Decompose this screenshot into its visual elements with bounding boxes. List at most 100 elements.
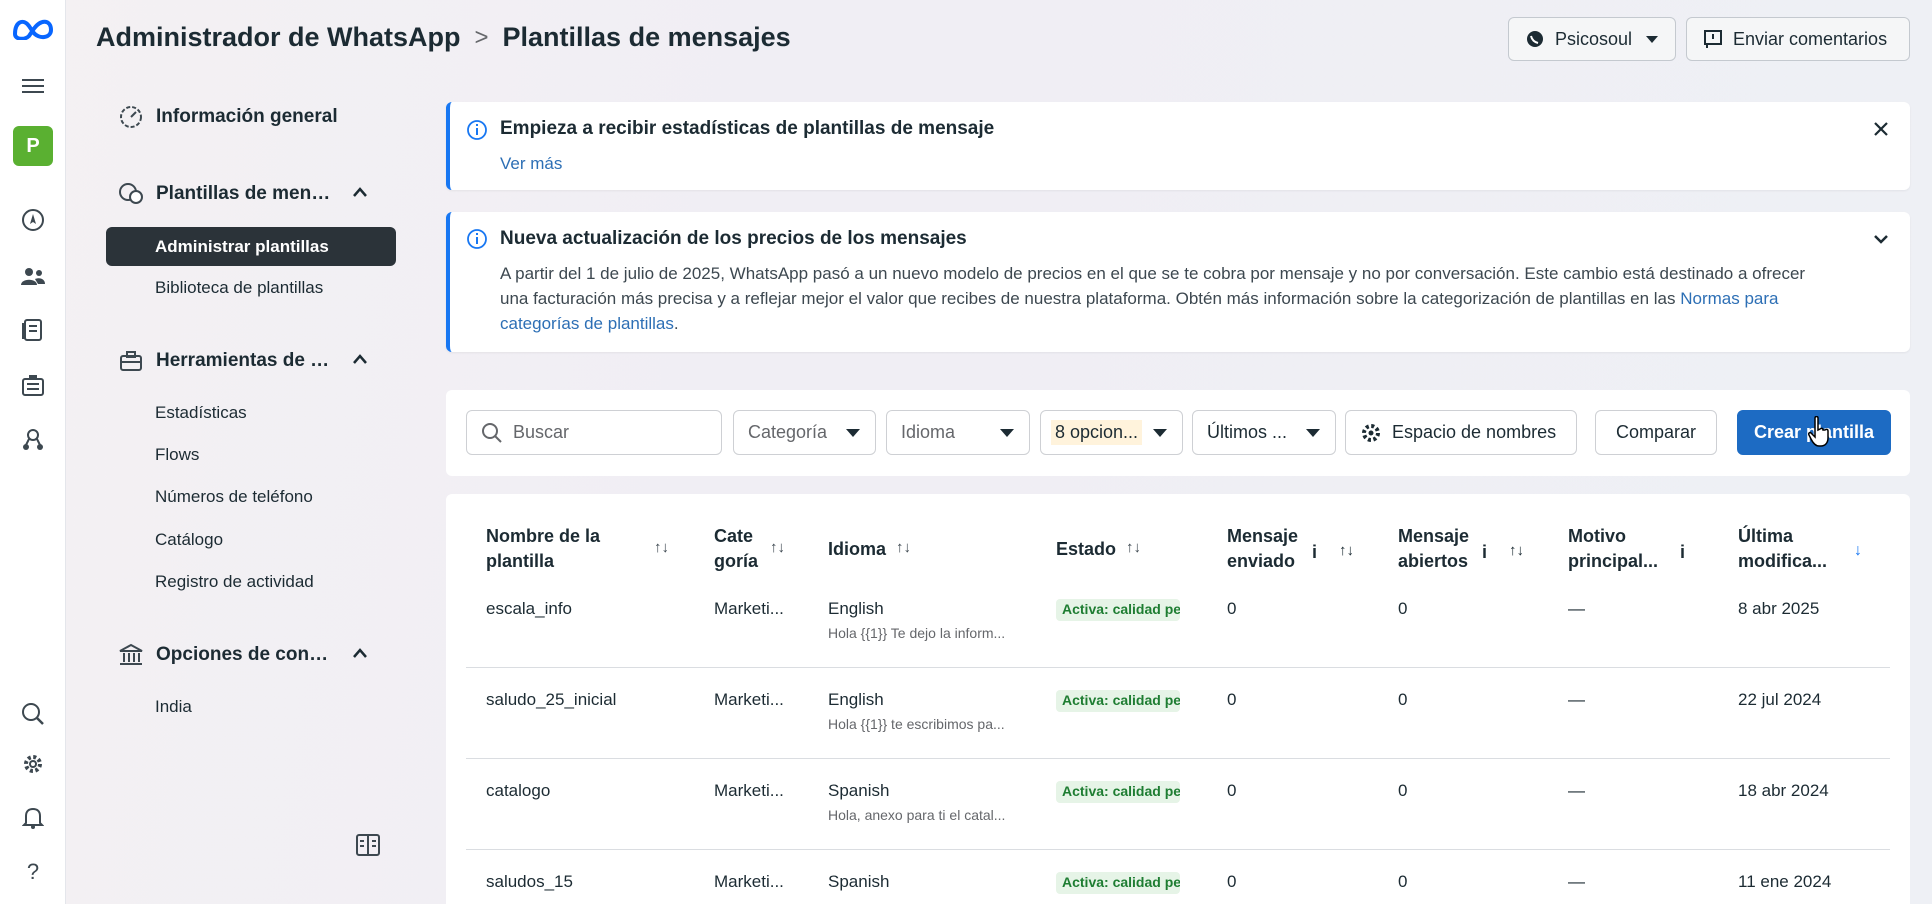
header-template-name[interactable]: Nombre de la plantilla ↑↓ (486, 524, 669, 574)
briefcase-icon (118, 348, 144, 374)
date-range-label: Últimos ... (1207, 422, 1288, 442)
chevron-up-icon[interactable] (352, 353, 368, 365)
sidebar-item-activity-log[interactable]: Registro de actividad (155, 572, 314, 592)
icon-rail: P ? (0, 0, 66, 904)
template-preview: Hola, anexo para ti el catal... (828, 807, 1006, 823)
header-category[interactable]: Cate goría ↑↓ (714, 524, 785, 574)
header-name-line1: Nombre de la (486, 526, 601, 546)
stats-banner-title: Empieza a recibir estadísticas de planti… (500, 118, 995, 139)
sidebar-item-manage-templates[interactable]: Administrar plantillas (106, 227, 396, 266)
pricing-banner-title: Nueva actualización de los precios de lo… (500, 228, 967, 249)
network-icon[interactable] (0, 426, 66, 454)
feedback-flag-icon (1704, 30, 1722, 48)
sort-icon[interactable]: ↑↓ (770, 535, 785, 560)
header-messages-sent[interactable]: Mensaje enviado (1227, 524, 1307, 574)
template-category: Marketi... (714, 690, 784, 709)
gear-icon (1362, 423, 1380, 442)
compare-button[interactable]: Comparar (1595, 410, 1717, 455)
settings-gear-icon[interactable] (0, 750, 66, 778)
chevron-up-icon[interactable] (352, 186, 368, 198)
header-opened-line2: abiertos (1398, 551, 1469, 571)
status-badge: Activa: calidad pendiente (1056, 781, 1180, 803)
status-badge: Activa: calidad pendiente (1056, 872, 1180, 894)
caret-down-icon (1646, 36, 1658, 43)
table-row[interactable]: saludo_25_inicial Marketi... English Hol… (466, 668, 1890, 759)
messages-sent: 0 (1227, 781, 1237, 800)
status-options-filter[interactable]: 8 opcion... (1040, 410, 1183, 455)
send-feedback-button[interactable]: Enviar comentarios (1686, 17, 1910, 61)
hand-cursor-icon (1808, 416, 1829, 447)
header-language[interactable]: Idioma ↑↓ (828, 537, 911, 562)
nav-section-options[interactable]: Opciones de con… (118, 642, 328, 668)
caret-down-icon (1000, 428, 1014, 437)
menu-icon[interactable] (0, 74, 66, 98)
app-title[interactable]: Administrador de WhatsApp (96, 22, 461, 53)
main-reason: — (1568, 599, 1585, 618)
sidebar-item-template-library[interactable]: Biblioteca de plantillas (155, 278, 323, 298)
meta-logo-icon[interactable] (0, 12, 66, 44)
templates-icon[interactable] (0, 316, 66, 344)
sort-icon[interactable]: ↑↓ (1126, 535, 1141, 560)
help-icon[interactable]: ? (0, 858, 66, 886)
account-avatar[interactable]: P (0, 126, 66, 166)
last-modified: 18 abr 2024 (1738, 781, 1829, 800)
sort-icon[interactable]: ↑↓ (1509, 538, 1524, 563)
table-row[interactable]: escala_info Marketi... English Hola {{1}… (466, 577, 1890, 668)
collapse-sidebar-icon[interactable] (356, 834, 380, 856)
chevron-down-icon[interactable] (1872, 232, 1890, 246)
caret-down-icon (1306, 428, 1320, 437)
template-name[interactable]: saludos_15 (486, 872, 573, 892)
messages-opened: 0 (1398, 599, 1408, 618)
gauge-icon (118, 104, 144, 130)
template-name[interactable]: catalogo (486, 781, 550, 801)
sort-icon[interactable]: ↑↓ (1339, 538, 1354, 563)
search-field[interactable]: Buscar (466, 410, 722, 455)
pricing-banner-end: . (673, 314, 679, 333)
sidebar-item-statistics[interactable]: Estadísticas (155, 403, 247, 423)
search-icon[interactable] (0, 700, 66, 728)
info-icon[interactable]: i (1482, 540, 1487, 565)
sidebar-item-phone-numbers[interactable]: Números de teléfono (155, 487, 313, 507)
tools-icon[interactable] (0, 372, 66, 400)
category-filter[interactable]: Categoría (733, 410, 876, 455)
search-input[interactable]: Buscar (513, 422, 569, 443)
header-messages-opened[interactable]: Mensaje abiertos (1398, 524, 1478, 574)
sort-icon[interactable]: ↑↓ (896, 535, 911, 560)
table-row[interactable]: catalogo Marketi... Spanish Hola, anexo … (466, 759, 1890, 850)
nav-section-tools[interactable]: Herramientas de … (118, 348, 329, 374)
template-category: Marketi... (714, 781, 784, 800)
template-language: Spanish (828, 781, 890, 800)
header-last-modified[interactable]: Última modifica... (1738, 524, 1827, 574)
account-selector-button[interactable]: Psicosoul (1508, 17, 1676, 61)
search-icon (482, 422, 502, 443)
pricing-banner: Nueva actualización de los precios de lo… (446, 212, 1910, 352)
notifications-bell-icon[interactable] (0, 804, 66, 832)
nav-templates-label: Plantillas de men… (156, 183, 331, 204)
template-name[interactable]: saludo_25_inicial (486, 690, 616, 710)
nav-overview[interactable]: Información general (118, 104, 338, 130)
info-icon[interactable]: i (1680, 540, 1685, 565)
sidebar-item-india[interactable]: India (155, 697, 192, 717)
sort-icon[interactable]: ↑↓ (654, 535, 669, 560)
info-icon[interactable]: i (1312, 540, 1317, 565)
messages-opened: 0 (1398, 781, 1408, 800)
header-status[interactable]: Estado ↑↓ (1056, 537, 1141, 562)
sort-descending-icon[interactable]: ↓ (1854, 538, 1862, 563)
nav-section-templates[interactable]: Plantillas de men… (118, 181, 330, 207)
template-name[interactable]: escala_info (486, 599, 572, 619)
table-row[interactable]: saludos_15 Marketi... Spanish Activa: ca… (466, 850, 1890, 904)
header-sent-line1: Mensaje (1227, 526, 1299, 546)
close-icon[interactable] (1872, 120, 1890, 138)
page-title: Plantillas de mensajes (502, 22, 791, 52)
sidebar-item-flows[interactable]: Flows (155, 445, 199, 465)
language-filter[interactable]: Idioma (886, 410, 1030, 455)
namespace-button[interactable]: Espacio de nombres (1345, 410, 1577, 455)
header-category-line2: goría (714, 551, 759, 571)
sidebar-item-catalog[interactable]: Catálogo (155, 530, 223, 550)
compass-icon[interactable] (0, 206, 66, 234)
see-more-link[interactable]: Ver más (500, 154, 562, 174)
status-badge: Activa: calidad pendiente (1056, 690, 1180, 712)
people-icon[interactable] (0, 262, 66, 290)
chevron-up-icon[interactable] (352, 647, 368, 659)
date-range-filter[interactable]: Últimos ... (1192, 410, 1336, 455)
